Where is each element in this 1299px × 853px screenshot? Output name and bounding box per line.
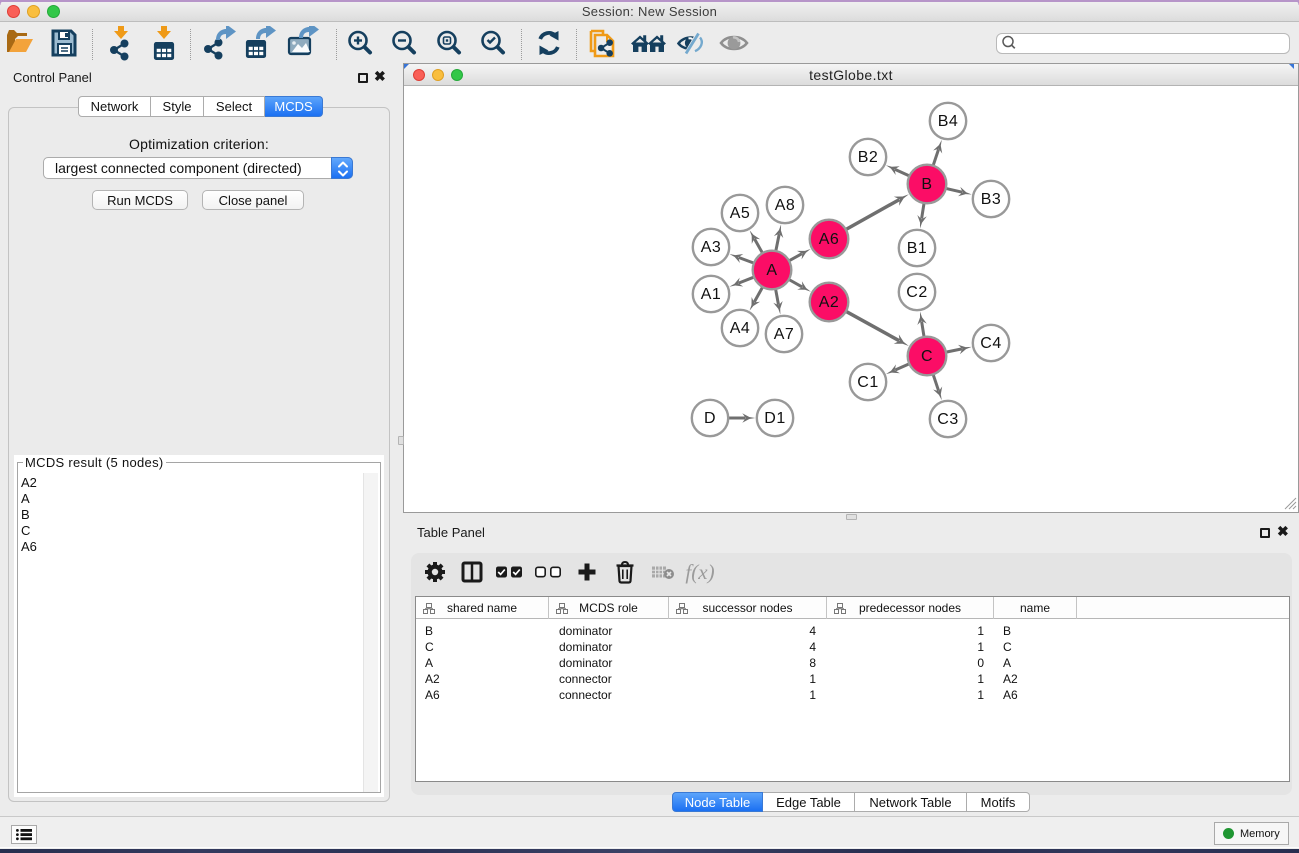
svg-text:A2: A2 [819,294,840,311]
svg-text:B: B [921,176,932,193]
svg-text:B4: B4 [938,113,959,130]
svg-text:B1: B1 [907,240,928,257]
svg-text:C4: C4 [980,335,1001,352]
svg-text:A4: A4 [730,320,751,337]
svg-text:A3: A3 [701,239,722,256]
svg-text:f(x): f(x) [685,560,714,584]
svg-text:A: A [766,262,777,279]
svg-text:C2: C2 [906,284,927,301]
svg-text:A5: A5 [730,205,751,222]
svg-text:A8: A8 [775,197,796,214]
svg-text:C3: C3 [937,411,958,428]
svg-text:B2: B2 [858,149,879,166]
svg-text:B3: B3 [981,191,1002,208]
svg-text:A7: A7 [774,326,795,343]
svg-text:D: D [704,410,716,427]
svg-text:C: C [921,348,933,365]
svg-text:A1: A1 [701,286,722,303]
svg-text:C1: C1 [857,374,878,391]
svg-text:A6: A6 [819,231,840,248]
svg-text:D1: D1 [764,410,785,427]
